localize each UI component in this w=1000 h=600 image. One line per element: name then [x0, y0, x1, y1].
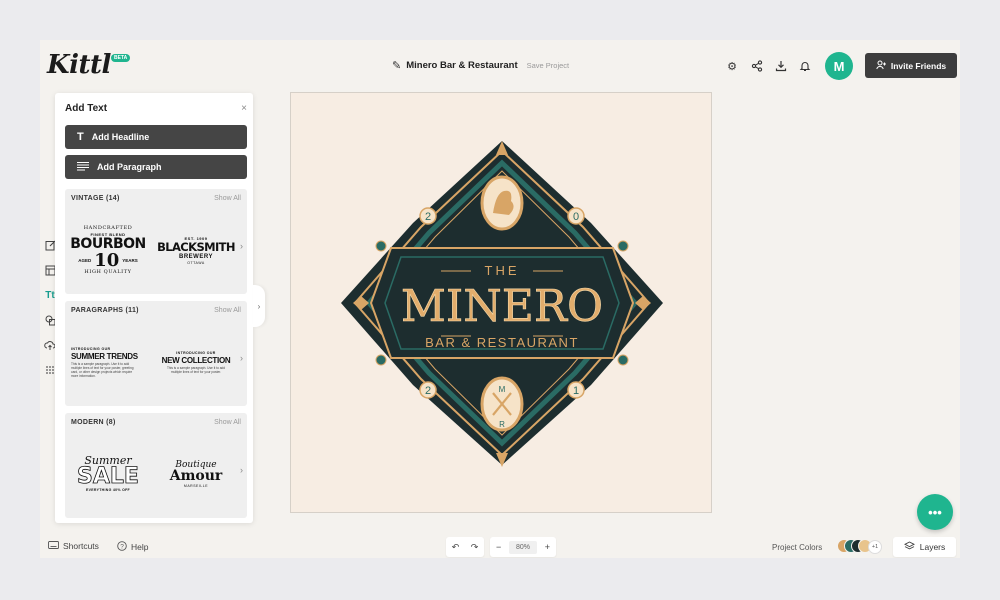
zoom-out-icon[interactable]: −: [496, 542, 501, 552]
user-avatar[interactable]: M: [825, 52, 853, 80]
logo-the-text: THE: [485, 263, 520, 278]
chevron-right-icon[interactable]: ›: [240, 353, 243, 363]
logo-name-text: MINERO: [401, 281, 603, 332]
add-text-panel: Add Text × T Add Headline Add Paragraph …: [55, 93, 253, 523]
redo-icon[interactable]: ↷: [471, 542, 479, 553]
artboard[interactable]: 2 0 2 1 M R THE MINERO BAR & RESTAURANT: [290, 92, 712, 513]
sample-text: 10: [94, 250, 120, 271]
invite-friends-label: Invite Friends: [890, 60, 947, 71]
add-user-icon: [876, 60, 887, 72]
invite-friends-button[interactable]: Invite Friends: [865, 53, 957, 78]
kittl-logo[interactable]: Kittl: [47, 50, 111, 80]
bourbon-text-template[interactable]: HANDCRAFTED FINEST BLEND BOURBON AGED 10…: [70, 213, 146, 287]
boutique-amour-template[interactable]: Boutique Amour MARSEILLE: [159, 437, 233, 511]
sample-text: AGED: [78, 258, 92, 263]
project-colors-label: Project Colors: [772, 543, 823, 552]
pencil-icon[interactable]: ✎: [392, 59, 401, 72]
close-icon[interactable]: ×: [241, 103, 247, 114]
logo-subtitle-text: BAR & RESTAURANT: [425, 335, 579, 350]
digit-2-bottom: 2: [425, 385, 431, 397]
sample-text: INTRODUCING OUR: [71, 346, 111, 351]
shortcuts-button[interactable]: Shortcuts: [48, 541, 99, 551]
sample-text: MARSEILLE: [183, 483, 209, 488]
sample-text: HANDCRAFTED: [83, 225, 133, 231]
sample-text: HIGH QUALITY: [84, 269, 132, 275]
show-all-link[interactable]: Show All: [214, 419, 241, 426]
chevron-right-icon[interactable]: ›: [240, 465, 243, 475]
share-icon[interactable]: [749, 58, 765, 74]
monogram-r: R: [499, 420, 505, 429]
sample-text: BLACKSMITH: [157, 239, 235, 254]
gear-icon[interactable]: ⚙: [724, 58, 740, 74]
history-controls: ↶ ↷: [446, 537, 484, 557]
layers-button[interactable]: Layers: [893, 537, 956, 557]
sample-text: Amour: [169, 467, 223, 484]
chat-support-button[interactable]: •••: [917, 494, 953, 530]
sample-text: BREWERY: [179, 253, 213, 260]
help-button[interactable]: ? Help: [117, 541, 148, 553]
vintage-section: VINTAGE (14) Show All HANDCRAFTED FINEST…: [65, 189, 247, 294]
summer-trends-template[interactable]: INTRODUCING OUR SUMMER TRENDS This is a …: [71, 325, 145, 399]
layers-icon: [903, 541, 915, 553]
section-title: VINTAGE (14): [71, 195, 120, 202]
digit-1: 1: [573, 385, 579, 397]
digit-2-top: 2: [425, 211, 431, 223]
minero-logo-artwork[interactable]: 2 0 2 1 M R THE MINERO BAR & RESTAURANT: [291, 93, 712, 513]
monogram-m: M: [499, 385, 506, 394]
beta-badge: BETA: [111, 54, 131, 62]
digit-0: 0: [573, 211, 579, 223]
sample-text: This is a sample paragraph. Use it to ad…: [166, 365, 226, 374]
download-icon[interactable]: [773, 58, 789, 74]
sample-text: YEARS: [122, 258, 138, 263]
zoom-level[interactable]: 80%: [508, 540, 537, 554]
layers-label: Layers: [919, 542, 946, 552]
project-title[interactable]: Minero Bar & Restaurant: [406, 60, 517, 71]
svg-text:?: ?: [120, 543, 124, 550]
sample-text: SUMMER TRENDS: [71, 351, 138, 361]
add-paragraph-label: Add Paragraph: [97, 162, 162, 172]
shortcuts-label: Shortcuts: [63, 541, 99, 551]
keyboard-icon: [48, 541, 59, 551]
undo-icon[interactable]: ↶: [452, 542, 460, 553]
sample-text: NEW COLLECTION: [161, 355, 231, 365]
show-all-link[interactable]: Show All: [214, 307, 241, 314]
modern-section: MODERN (8) Show All Summer SALE EVERYTHI…: [65, 413, 247, 518]
zoom-in-icon[interactable]: +: [545, 542, 550, 552]
save-project-link[interactable]: Save Project: [527, 61, 570, 70]
add-headline-button[interactable]: T Add Headline: [65, 125, 247, 149]
kittl-editor: Kittl BETA ✎ Minero Bar & Restaurant Sav…: [40, 40, 960, 558]
more-colors-badge[interactable]: +1: [868, 540, 882, 554]
add-paragraph-button[interactable]: Add Paragraph: [65, 155, 247, 179]
help-label: Help: [131, 542, 149, 552]
panel-title: Add Text: [65, 103, 108, 114]
add-headline-label: Add Headline: [91, 132, 150, 142]
sample-text: INTRODUCING OUR: [176, 350, 216, 355]
blacksmith-text-template[interactable]: EST. 1909 BLACKSMITH BREWERY OTTAWA: [157, 213, 235, 287]
text-t-icon: T: [77, 131, 84, 143]
section-title: PARAGRAPHS (11): [71, 307, 139, 314]
show-all-link[interactable]: Show All: [214, 195, 241, 202]
section-title: MODERN (8): [71, 419, 116, 426]
sample-text: This is a sample paragraph. Use it to ad…: [71, 361, 134, 378]
paragraph-lines-icon: [77, 161, 89, 174]
chevron-right-icon[interactable]: ›: [240, 241, 243, 251]
sample-text: OTTAWA: [187, 260, 205, 265]
paragraphs-section: PARAGRAPHS (11) Show All INTRODUCING OUR…: [65, 301, 247, 406]
new-collection-template[interactable]: INTRODUCING OUR NEW COLLECTION This is a…: [159, 325, 233, 399]
sample-text: SALE: [77, 464, 140, 489]
bell-icon[interactable]: [797, 58, 813, 74]
zoom-control: − 80% +: [490, 537, 556, 557]
help-icon: ?: [117, 541, 127, 553]
sample-text: EVERYTHING 40% OFF: [86, 488, 130, 492]
project-title-area: ✎ Minero Bar & Restaurant Save Project: [392, 59, 569, 72]
chat-icon: •••: [928, 504, 942, 520]
collapse-panel-handle[interactable]: ›: [253, 285, 265, 327]
summer-sale-template[interactable]: Summer SALE EVERYTHING 40% OFF: [71, 437, 145, 511]
